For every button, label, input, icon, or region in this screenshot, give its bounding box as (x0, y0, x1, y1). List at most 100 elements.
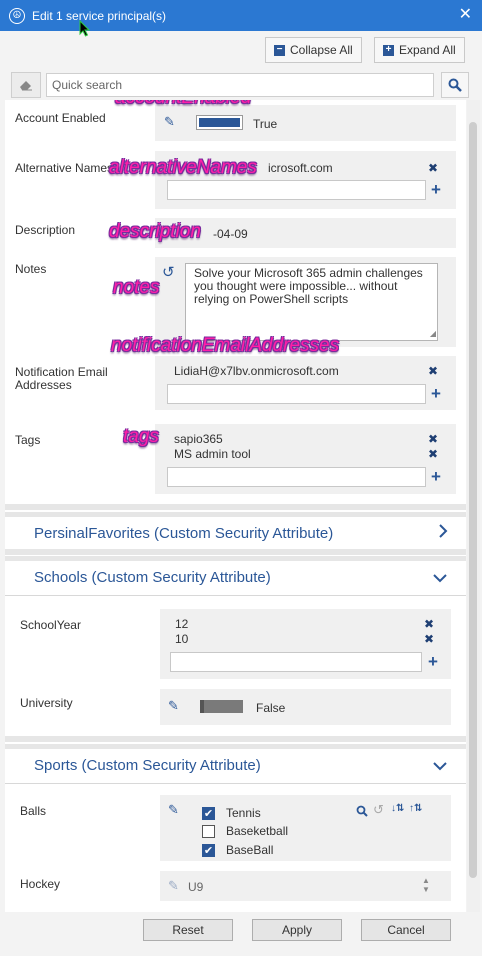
remove-x-icon[interactable]: ✖ (428, 433, 438, 445)
notes-overlay: notes (113, 277, 160, 298)
checkbox-option[interactable]: Baseketball (202, 824, 288, 838)
reset-button[interactable]: Reset (143, 919, 233, 941)
remove-x-icon[interactable]: ✖ (428, 448, 438, 460)
alternative-names-value: icrosoft.com (268, 161, 333, 175)
account-enabled-label: Account Enabled (15, 111, 106, 125)
search-row (11, 71, 471, 99)
resize-grip-icon[interactable]: ◢ (430, 327, 436, 340)
title-bar: ☮ Edit 1 service principal(s) ✕ (0, 0, 482, 31)
notification-email-input[interactable] (167, 384, 426, 404)
tags-input[interactable] (167, 467, 426, 487)
description-box: -04-09 (155, 218, 456, 248)
checkbox-checked[interactable]: ✔ (202, 843, 215, 857)
option-label: BaseBall (226, 843, 274, 857)
university-toggle[interactable] (200, 700, 243, 713)
alternative-names-box: icrosoft.com ✖ + (155, 151, 456, 209)
collapse-icon: − (274, 44, 285, 56)
cancel-button[interactable]: Cancel (361, 919, 451, 941)
expand-icon: + (383, 44, 394, 56)
spin-arrows-icon[interactable]: ▲ ▼ (422, 876, 430, 894)
footer: Reset Apply Cancel (0, 912, 482, 956)
search-button[interactable] (441, 72, 469, 98)
notes-label: Notes (15, 262, 47, 276)
alternative-names-input[interactable] (167, 180, 426, 200)
edit-pencil-icon[interactable]: ✎ (168, 878, 179, 894)
description-label: Description (15, 223, 76, 237)
section-title: PersinalFavorites (Custom Security Attri… (34, 525, 334, 542)
chevron-down-icon[interactable] (432, 758, 448, 776)
clear-search-button[interactable] (11, 72, 41, 98)
tags-overlay: tags (123, 426, 159, 447)
app-logo-icon: ☮ (9, 7, 25, 24)
checkbox-unchecked[interactable] (202, 824, 215, 838)
section-header-schools[interactable]: Schools (Custom Security Attribute) (5, 556, 466, 595)
section-title: Schools (Custom Security Attribute) (34, 569, 271, 586)
edit-pencil-icon[interactable]: ✎ (168, 802, 179, 818)
add-plus-icon[interactable]: + (428, 653, 438, 670)
remove-x-icon[interactable]: ✖ (424, 618, 434, 630)
description-value: -04-09 (213, 227, 248, 241)
window-title: Edit 1 service principal(s) (32, 8, 167, 23)
university-value: False (256, 701, 286, 715)
edit-pencil-icon[interactable]: ✎ (168, 698, 179, 714)
section-divider (5, 549, 466, 555)
notes-box: ↺ Solve your Microsoft 365 admin challen… (155, 257, 456, 347)
add-plus-icon[interactable]: + (431, 181, 441, 198)
account-enabled-value: True (253, 117, 278, 131)
checkbox-option[interactable]: ✔ Tennis (202, 806, 261, 820)
sort-descending-icon[interactable]: ↑⇅ (409, 803, 422, 814)
tag-item: MS admin tool (174, 447, 251, 461)
expand-all-button[interactable]: + Expand All (374, 37, 465, 63)
school-year-item: 12 (175, 617, 189, 631)
remove-x-icon[interactable]: ✖ (428, 162, 438, 174)
account-enabled-toggle[interactable] (197, 116, 242, 129)
notification-email-label: Notification Email Addresses (15, 365, 108, 392)
eraser-icon (20, 81, 32, 91)
checkbox-checked[interactable]: ✔ (202, 806, 215, 820)
undo-icon[interactable]: ↺ (373, 802, 384, 818)
checkbox-option[interactable]: ✔ BaseBall (202, 843, 273, 857)
notification-email-value: LidiaH@x7lbv.onmicrosoft.com (174, 364, 339, 378)
add-plus-icon[interactable]: + (431, 385, 441, 402)
scrollbar-thumb[interactable] (469, 122, 477, 878)
sort-ascending-icon[interactable]: ↓⇅ (391, 803, 404, 814)
quick-search-input[interactable] (46, 73, 434, 97)
collapse-all-button[interactable]: − Collapse All (265, 37, 362, 63)
remove-x-icon[interactable]: ✖ (428, 365, 438, 377)
toolbar: − Collapse All + Expand All (0, 31, 482, 69)
section-title: Sports (Custom Security Attribute) (34, 757, 261, 774)
apply-button[interactable]: Apply (252, 919, 342, 941)
hockey-box: ✎ U9 ▲ ▼ (160, 871, 451, 901)
school-year-item: 10 (175, 632, 189, 646)
university-box: ✎ False (160, 689, 451, 725)
remove-x-icon[interactable]: ✖ (424, 633, 434, 645)
notes-textarea[interactable]: Solve your Microsoft 365 admin challenge… (185, 263, 438, 341)
search-icon[interactable] (356, 805, 368, 817)
notes-text: Solve your Microsoft 365 admin challenge… (194, 266, 423, 306)
tags-label: Tags (15, 433, 41, 447)
university-label: University (20, 696, 73, 710)
balls-label: Balls (20, 804, 47, 818)
vertical-scrollbar[interactable] (467, 100, 480, 912)
tag-item: sapio365 (174, 432, 223, 446)
search-icon (448, 78, 462, 92)
close-icon[interactable]: ✕ (459, 6, 472, 24)
edit-pencil-icon[interactable]: ✎ (164, 114, 175, 130)
add-plus-icon[interactable]: + (431, 468, 441, 485)
chevron-down-icon[interactable] (432, 570, 448, 588)
section-header-sports[interactable]: Sports (Custom Security Attribute) (5, 744, 466, 783)
school-year-box: 12 ✖ 10 ✖ + (160, 609, 451, 679)
alternative-names-label: Alternative Names (15, 161, 114, 175)
properties-panel: Account Enabled ✎ True accountEnabled Al… (5, 100, 466, 912)
section-divider (5, 504, 466, 510)
undo-icon[interactable]: ↺ (162, 263, 175, 281)
expand-all-label: Expand All (399, 43, 456, 57)
school-year-label: SchoolYear (20, 618, 81, 632)
hockey-value: U9 (188, 880, 204, 894)
section-header-persinal[interactable]: PersinalFavorites (Custom Security Attri… (5, 512, 466, 551)
section-divider (5, 736, 466, 742)
school-year-input[interactable] (170, 652, 422, 672)
collapse-all-label: Collapse All (290, 43, 353, 57)
chevron-right-icon[interactable] (438, 523, 448, 544)
notification-email-box: LidiaH@x7lbv.onmicrosoft.com ✖ + (155, 356, 456, 410)
